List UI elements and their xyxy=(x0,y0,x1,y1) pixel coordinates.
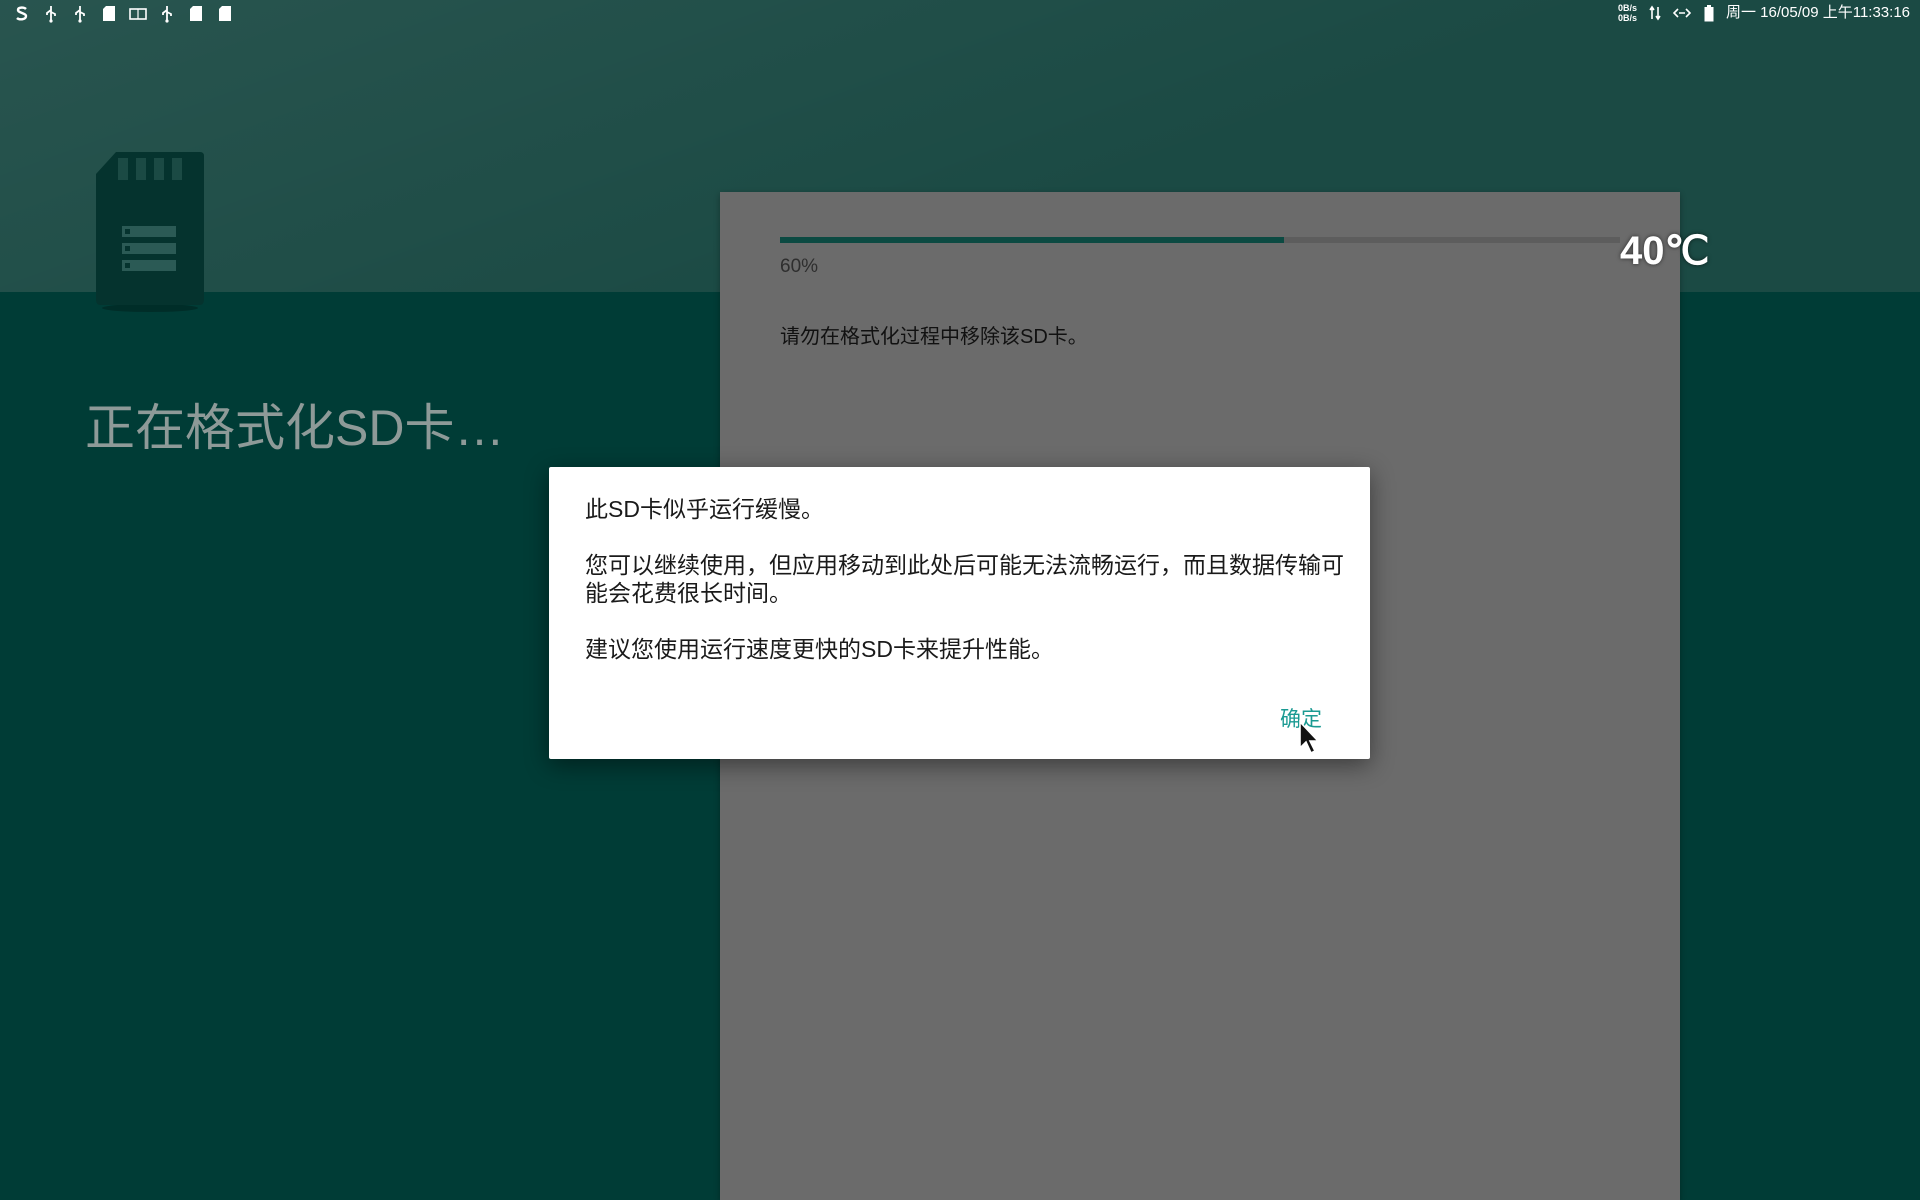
dialog-line-2: 您可以继续使用，但应用移动到此处后可能无法流畅运行，而且数据传输可能会花费很长时… xyxy=(585,552,1344,606)
sd-card-icon[interactable] xyxy=(215,4,234,23)
progress-bar xyxy=(780,237,1620,243)
sd-card-icon[interactable] xyxy=(186,4,205,23)
ethernet-icon xyxy=(1672,4,1691,23)
page-title: 正在格式化SD卡… xyxy=(85,400,505,456)
temperature-overlay: 40℃ xyxy=(1620,229,1710,273)
slow-card-dialog: 此SD卡似乎运行缓慢。 您可以继续使用，但应用移动到此处后可能无法流畅运行，而且… xyxy=(549,467,1370,759)
format-warning-text: 请勿在格式化过程中移除该SD卡。 xyxy=(780,326,1088,348)
usb-icon[interactable] xyxy=(41,4,60,23)
data-transfer-icon xyxy=(1645,4,1664,23)
battery-icon xyxy=(1699,4,1718,23)
notification-icons xyxy=(12,4,234,23)
usb-icon[interactable] xyxy=(70,4,89,23)
sd-card-illustration-icon xyxy=(94,150,206,312)
dialog-line-3: 建议您使用运行速度更快的SD卡来提升性能。 xyxy=(585,636,1054,662)
net-down-speed: 0B/s xyxy=(1617,13,1637,23)
sd-card-icon[interactable] xyxy=(99,4,118,23)
s-logo-icon[interactable] xyxy=(12,4,31,23)
usb-icon[interactable] xyxy=(157,4,176,23)
mouse-pointer-icon xyxy=(1298,719,1322,756)
system-tray: 0B/s 0B/s 周一 16/05/09 上午11:33:16 xyxy=(1618,3,1910,23)
status-clock: 周一 16/05/09 上午11:33:16 xyxy=(1726,4,1910,21)
screen-icon[interactable] xyxy=(128,4,147,23)
status-bar: 0B/s 0B/s 周一 16/05/09 上午11:33:16 xyxy=(0,0,1920,28)
progress-label: 60% xyxy=(780,256,819,277)
progress-bar-fill xyxy=(780,237,1284,243)
network-speed: 0B/s 0B/s xyxy=(1618,3,1637,23)
dialog-message: 此SD卡似乎运行缓慢。 您可以继续使用，但应用移动到此处后可能无法流畅运行，而且… xyxy=(585,495,1345,663)
dialog-line-1: 此SD卡似乎运行缓慢。 xyxy=(585,496,824,522)
net-up-speed: 0B/s xyxy=(1617,3,1637,13)
